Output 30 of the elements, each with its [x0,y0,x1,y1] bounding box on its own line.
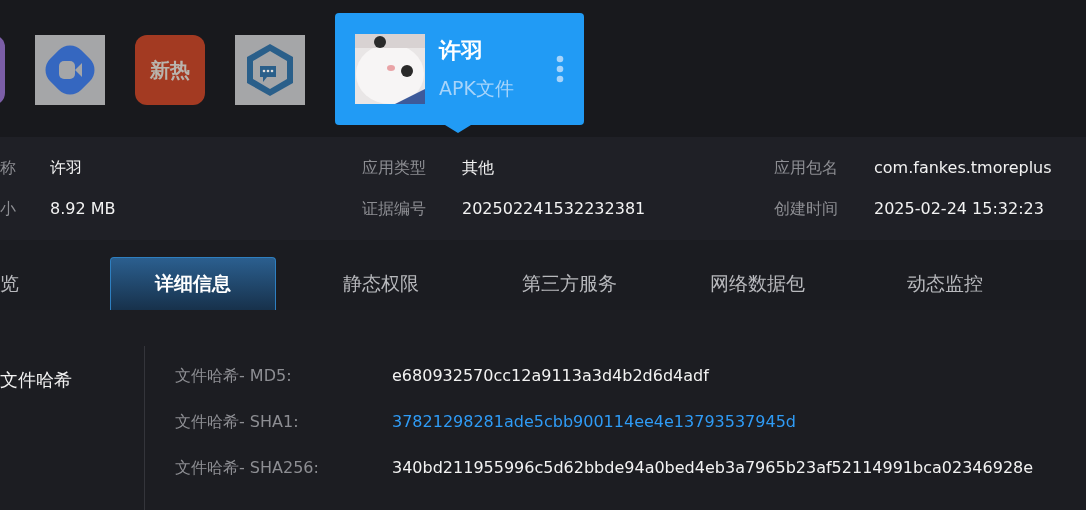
tab[interactable]: 网络数据包 [674,257,840,310]
info-value: 2025-02-24 15:32:23 [874,198,1045,220]
info-value: 许羽 [50,157,83,179]
hash-link[interactable]: 37821298281ade5cbb900114ee4e13793537945d [392,412,1034,433]
info-value: 其他 [462,157,495,179]
info-label: 小 [0,198,17,220]
app-type: APK文件 [439,76,514,101]
app-name: 许羽 [439,37,484,65]
info-label: 证据编号 [362,198,427,220]
info-label: 称 [0,157,17,179]
hash-value: 340bd211955996c5d62bbde94a0bed4eb3a7965b23af52114991bca02346928e [392,458,1034,479]
app-icon[interactable] [35,35,105,105]
hash-label: 文件哈希- SHA256: [175,458,320,479]
tab[interactable]: 第三方服务 [486,257,652,310]
section-title: 文件哈希 [0,369,72,390]
info-value: 8.92 MB [50,198,117,220]
tab[interactable]: 览 [0,257,88,310]
more-icon[interactable] [556,55,564,83]
info-label: 应用类型 [362,157,427,179]
tab[interactable]: 静态权限 [298,257,464,310]
info-label: 创建时间 [774,198,839,220]
info-value: 202502241532232381 [462,198,647,220]
hash-value: e680932570cc12a9113a3d4b2d6d4adf [392,366,711,387]
tab[interactable]: 动态监控 [862,257,1028,310]
hash-label: 文件哈希- SHA1: [175,412,300,433]
hash-label: 文件哈希- MD5: [175,366,293,387]
info-value: com.fankes.tmoreplus [874,157,1053,179]
app-icon[interactable] [235,35,305,105]
info-label: 应用包名 [774,157,839,179]
tab[interactable]: 详细信息 [110,257,276,310]
